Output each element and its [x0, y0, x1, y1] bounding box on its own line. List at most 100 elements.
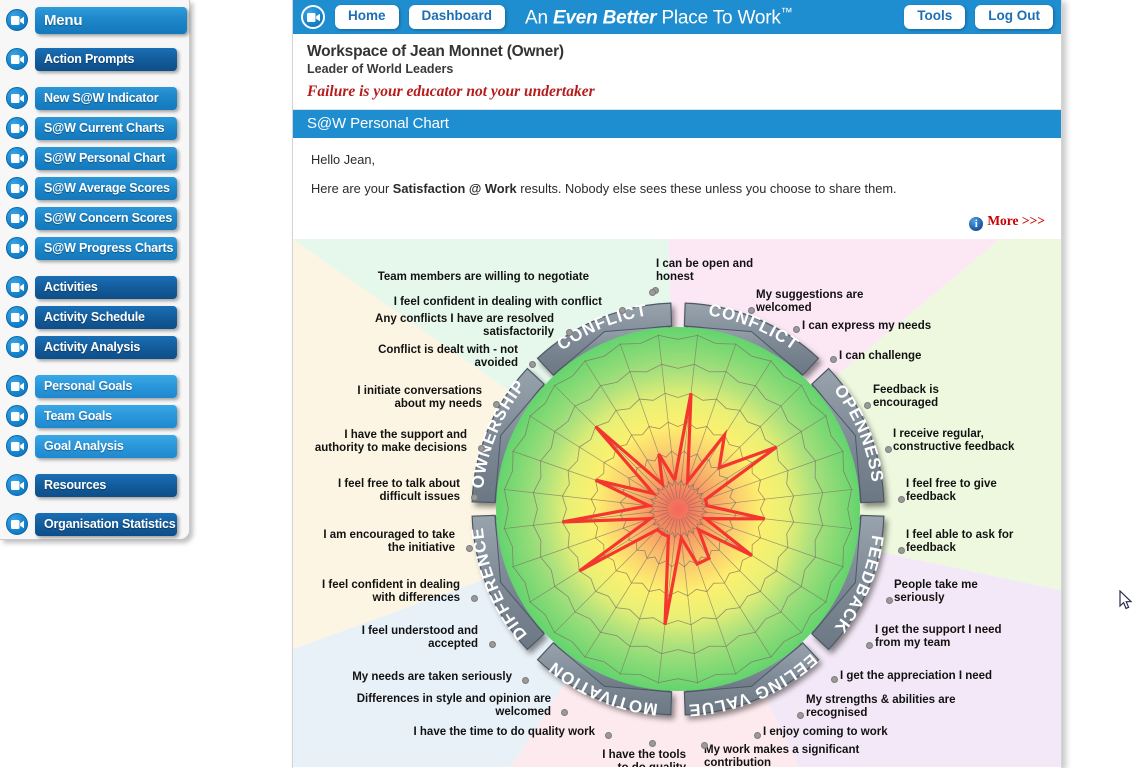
sidebar-item-s-w-current-charts[interactable]: S@W Current Charts: [0, 113, 189, 143]
video-camera-icon[interactable]: [6, 474, 28, 496]
question-label: I feel free to talk about difficult issu…: [337, 478, 460, 503]
question-marker-dot: [561, 709, 568, 716]
sidebar-item-label[interactable]: S@W Current Charts: [35, 116, 177, 140]
video-camera-icon[interactable]: [6, 9, 28, 31]
question-marker-dot: [885, 446, 892, 453]
sidebar-item-s-w-progress-charts[interactable]: S@W Progress Charts: [0, 233, 189, 263]
video-camera-icon[interactable]: [6, 375, 28, 397]
question-label: People take me seriously: [894, 579, 978, 604]
question-label: Any conflicts I have are resolved satisf…: [375, 313, 554, 338]
question-marker-dot: [797, 712, 804, 719]
question-marker-dot: [489, 641, 496, 648]
question-label: I can challenge: [839, 350, 922, 362]
sidebar-item-activity-schedule[interactable]: Activity Schedule: [0, 302, 189, 332]
sidebar-item-personal-goals[interactable]: Personal Goals: [0, 371, 189, 401]
sidebar-item-activities[interactable]: Activities: [0, 272, 189, 302]
question-label: I feel able to ask for feedback: [906, 529, 1014, 554]
question-label: Differences in style and opinion are wel…: [356, 693, 551, 718]
sidebar-item-label[interactable]: S@W Concern Scores: [35, 206, 177, 230]
question-marker-dot: [649, 740, 656, 747]
sidebar-item-s-w-personal-chart[interactable]: S@W Personal Chart: [0, 143, 189, 173]
video-camera-icon[interactable]: [6, 177, 28, 199]
question-label: I get the appreciation I need: [840, 670, 993, 682]
sidebar-item-label[interactable]: Organisation Statistics: [35, 512, 177, 536]
video-camera-icon[interactable]: [6, 306, 28, 328]
sidebar-item-new-s-w-indicator[interactable]: New S@W Indicator: [0, 83, 189, 113]
intro-text-block: Hello Jean, Here are your Satisfaction @…: [293, 138, 1061, 202]
video-camera-icon[interactable]: [6, 237, 28, 259]
question-label: My work makes a significant contribution: [704, 744, 860, 767]
question-marker-dot: [566, 329, 573, 336]
question-label: I have the tools to do quality: [602, 749, 686, 767]
sidebar-item-label[interactable]: New S@W Indicator: [35, 86, 177, 110]
sidebar-group-spacer: [0, 74, 189, 83]
question-marker-dot: [898, 547, 905, 554]
brand-suffix: Place To Work: [656, 7, 781, 29]
sidebar-item-label[interactable]: Team Goals: [35, 404, 177, 428]
sidebar-item-activity-analysis[interactable]: Activity Analysis: [0, 332, 189, 362]
radar-chart-area: CONFLICTOPENNESSFEEDBACKFEELING VALUEDMO…: [293, 239, 1061, 767]
question-marker-dot: [619, 307, 626, 314]
sidebar-header-label[interactable]: Menu: [35, 6, 187, 34]
question-label: Conflict is dealt with - not avoided: [378, 344, 518, 369]
workspace-quote: Failure is your educator not your undert…: [307, 83, 595, 100]
question-marker-dot: [830, 356, 837, 363]
radar-disc: [496, 327, 860, 691]
workspace-title: Workspace of Jean Monnet (Owner): [307, 43, 564, 60]
question-marker-dot: [471, 494, 478, 501]
logout-button[interactable]: Log Out: [975, 5, 1053, 29]
video-camera-icon[interactable]: [6, 87, 28, 109]
sidebar-item-action-prompts[interactable]: Action Prompts: [0, 44, 189, 74]
video-camera-icon[interactable]: [6, 276, 28, 298]
sidebar-item-label[interactable]: S@W Average Scores: [35, 176, 177, 200]
intro-post: results. Nobody else sees these unless y…: [516, 181, 897, 196]
question-marker-dot: [793, 326, 800, 333]
sidebar-item-s-w-concern-scores[interactable]: S@W Concern Scores: [0, 203, 189, 233]
question-label: My suggestions are welcomed: [756, 289, 864, 314]
dashboard-button[interactable]: Dashboard: [408, 5, 506, 29]
intro-pre: Here are your: [311, 181, 393, 196]
sidebar-item-label[interactable]: Personal Goals: [35, 374, 177, 398]
video-camera-icon[interactable]: [6, 147, 28, 169]
brand-title: An Even Better Place To Work™: [525, 5, 793, 29]
video-camera-icon[interactable]: [6, 207, 28, 229]
mouse-cursor: [1119, 590, 1133, 610]
question-label: I am encouraged to take the initiative: [323, 529, 455, 554]
question-label: My strengths & abilities are recognised: [806, 694, 956, 719]
video-camera-icon[interactable]: [6, 48, 28, 70]
brand-emphasis: Even Better: [552, 7, 657, 29]
video-camera-icon[interactable]: [6, 435, 28, 457]
sidebar-item-organisation-statistics[interactable]: Organisation Statistics: [0, 509, 189, 539]
sidebar-item-label[interactable]: Resources: [35, 473, 177, 497]
question-label: I feel confident in dealing with differe…: [321, 579, 460, 604]
question-label: I have the time to do quality work: [413, 726, 595, 738]
sidebar-item-resources[interactable]: Resources: [0, 470, 189, 500]
question-label: I feel confident in dealing with conflic…: [393, 296, 602, 308]
tools-button[interactable]: Tools: [904, 5, 966, 29]
question-marker-dot: [649, 289, 656, 296]
home-button[interactable]: Home: [335, 5, 399, 29]
sidebar-item-goal-analysis[interactable]: Goal Analysis: [0, 431, 189, 461]
sidebar-item-label[interactable]: Goal Analysis: [35, 434, 177, 458]
sidebar-item-label[interactable]: S@W Personal Chart: [35, 146, 177, 170]
workspace-subtitle: Leader of World Leaders: [307, 62, 454, 76]
video-camera-icon[interactable]: [6, 117, 28, 139]
intro-line: Here are your Satisfaction @ Work result…: [311, 181, 1047, 196]
question-marker-dot: [754, 732, 761, 739]
more-link[interactable]: More >>>: [987, 213, 1045, 228]
sidebar-item-team-goals[interactable]: Team Goals: [0, 401, 189, 431]
greeting-line: Hello Jean,: [311, 152, 376, 167]
sidebar-item-label[interactable]: Activity Schedule: [35, 305, 177, 329]
sidebar-item-s-w-average-scores[interactable]: S@W Average Scores: [0, 173, 189, 203]
video-camera-icon[interactable]: [6, 513, 28, 535]
video-camera-icon[interactable]: [6, 336, 28, 358]
sidebar-item-label[interactable]: Activities: [35, 275, 177, 299]
video-camera-icon[interactable]: [301, 5, 325, 29]
sidebar-group-spacer: [0, 461, 189, 470]
sidebar-item-label[interactable]: Action Prompts: [35, 47, 177, 71]
video-camera-icon[interactable]: [6, 405, 28, 427]
question-label: I get the support I need from my team: [875, 624, 1002, 649]
question-label: I receive regular, constructive feedback: [893, 428, 1015, 453]
sidebar-item-label[interactable]: Activity Analysis: [35, 335, 177, 359]
sidebar-item-label[interactable]: S@W Progress Charts: [35, 236, 177, 260]
